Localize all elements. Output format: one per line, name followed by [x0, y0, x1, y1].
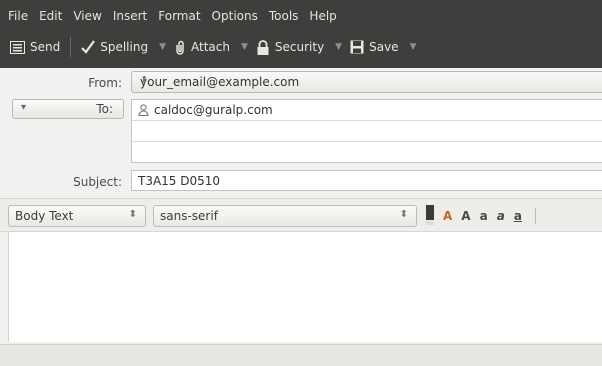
lock-icon	[256, 39, 270, 55]
recipient-row-empty[interactable]	[132, 121, 602, 142]
send-icon	[10, 40, 25, 54]
font-smaller-icon[interactable]: A	[461, 209, 470, 223]
paperclip-icon	[174, 40, 186, 55]
text-color-icon[interactable]	[426, 204, 434, 228]
chevron-down-icon[interactable]: ▼	[335, 42, 342, 52]
send-label: Send	[30, 40, 61, 54]
person-icon	[138, 104, 149, 119]
toolbar-separator	[534, 208, 536, 224]
floppy-disk-icon	[350, 40, 364, 54]
send-button[interactable]: Send	[6, 40, 64, 54]
menu-help[interactable]: Help	[309, 6, 336, 26]
chevron-down-icon[interactable]: ▼	[410, 42, 417, 52]
to-label: To:	[96, 102, 113, 116]
spinner-arrows-icon: ⬍	[128, 209, 137, 220]
bold-icon[interactable]: a	[480, 209, 488, 223]
format-toolbar: Body Text ⬍ sans-serif ⬍ A A a a a	[0, 198, 602, 232]
recipient-input[interactable]: caldoc@guralp.com	[154, 103, 273, 117]
font-value: sans-serif	[160, 209, 218, 223]
toolbar-separator	[70, 37, 72, 57]
menu-file[interactable]: File	[8, 6, 28, 26]
attach-label: Attach	[191, 40, 230, 54]
paragraph-style-value: Body Text	[15, 209, 74, 223]
paragraph-style-select[interactable]: Body Text ⬍	[8, 205, 146, 227]
attach-button[interactable]: Attach ▼	[170, 40, 252, 55]
recipient-list: caldoc@guralp.com	[131, 99, 602, 163]
save-label: Save	[369, 40, 399, 54]
menu-bar: File Edit View Insert Format Options Too…	[8, 6, 337, 26]
menu-tools[interactable]: Tools	[269, 6, 299, 26]
top-chrome: File Edit View Insert Format Options Too…	[0, 0, 602, 68]
format-icons: A A a a a	[426, 204, 536, 228]
menu-options[interactable]: Options	[212, 6, 258, 26]
subject-value: T3A15 D0510	[138, 174, 221, 188]
font-larger-icon[interactable]: A	[443, 209, 452, 223]
compose-toolbar: Send Spelling ▼ Attach ▼ Security ▼ Save…	[6, 34, 420, 60]
recipient-row-empty[interactable]	[132, 142, 602, 163]
recipient-type-select[interactable]: ▾ To:	[12, 99, 124, 119]
menu-insert[interactable]: Insert	[113, 6, 147, 26]
security-button[interactable]: Security ▼	[252, 39, 346, 55]
status-bar	[0, 344, 602, 366]
chevron-down-icon: ▾	[21, 102, 27, 113]
message-body-editor[interactable]	[8, 232, 602, 342]
from-select[interactable]: your_email@example.com ⬍	[131, 71, 602, 93]
spinner-arrows-icon: ⬍	[140, 75, 149, 86]
save-button[interactable]: Save ▼	[346, 40, 420, 54]
subject-label: Subject:	[73, 175, 122, 189]
font-select[interactable]: sans-serif ⬍	[153, 205, 417, 227]
from-label: From:	[88, 76, 122, 90]
checkmark-icon	[81, 40, 96, 54]
italic-icon[interactable]: a	[497, 209, 505, 223]
subject-input[interactable]: T3A15 D0510	[131, 170, 602, 191]
chevron-down-icon[interactable]: ▼	[241, 42, 248, 52]
spelling-label: Spelling	[100, 40, 149, 54]
security-label: Security	[274, 40, 325, 54]
underline-icon[interactable]: a	[514, 209, 522, 223]
menu-view[interactable]: View	[73, 6, 101, 26]
menu-edit[interactable]: Edit	[39, 6, 62, 26]
chevron-down-icon[interactable]: ▼	[159, 42, 166, 52]
spinner-arrows-icon: ⬍	[399, 209, 408, 220]
spelling-button[interactable]: Spelling ▼	[77, 40, 170, 54]
menu-format[interactable]: Format	[158, 6, 200, 26]
recipient-row[interactable]: caldoc@guralp.com	[132, 100, 602, 121]
